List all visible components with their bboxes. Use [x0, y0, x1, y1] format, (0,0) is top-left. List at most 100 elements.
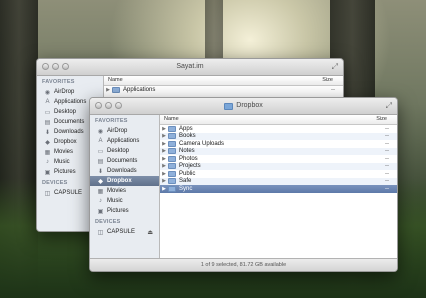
column-header: Name Size [160, 115, 397, 125]
window-titlebar[interactable]: Sayat.im ⤢ [37, 59, 343, 76]
item-size: -- [331, 86, 335, 93]
disclosure-triangle-icon[interactable]: ▶ [160, 178, 168, 184]
sidebar-item-label: Documents [107, 158, 138, 164]
item-name: Safe [179, 178, 192, 185]
list-item-selected[interactable]: ▶ Sync -- [160, 185, 397, 193]
column-size[interactable]: Size [322, 76, 333, 85]
column-name[interactable]: Name [164, 115, 179, 124]
disclosure-triangle-icon[interactable]: ▶ [160, 171, 168, 177]
list-item[interactable]: ▶ Applications -- [104, 86, 343, 94]
sidebar-item-label: AirDrop [107, 128, 128, 134]
sidebar-item-label: Pictures [54, 169, 76, 175]
folder-icon [168, 140, 176, 147]
sidebar-item-downloads[interactable]: ⬇ Downloads [90, 166, 159, 176]
disclosure-triangle-icon[interactable]: ▶ [160, 133, 168, 139]
music-icon: ♪ [46, 159, 49, 165]
music-icon: ♪ [99, 198, 102, 204]
item-size: -- [385, 178, 389, 185]
sidebar-item-capsule[interactable]: ◫ CAPSULE ⏏ [90, 227, 159, 237]
sidebar-item-label: CAPSULE [107, 229, 136, 235]
sidebar-item-label: Pictures [107, 208, 129, 214]
window-titlebar[interactable]: Dropbox ⤢ [90, 98, 397, 115]
folder-icon [168, 155, 176, 162]
airdrop-icon: ◉ [44, 89, 51, 96]
sidebar-item-label: Movies [107, 188, 127, 194]
folder-icon [168, 170, 176, 177]
minimize-button[interactable] [105, 102, 112, 109]
disclosure-triangle-icon[interactable]: ▶ [160, 141, 168, 147]
fullscreen-icon[interactable]: ⤢ [386, 98, 392, 114]
sidebar-item-applications[interactable]: A Applications [90, 136, 159, 146]
column-name[interactable]: Name [108, 76, 123, 85]
item-size: -- [385, 140, 389, 147]
sidebar-item-label: Applications [54, 99, 87, 105]
movies-icon: ▦ [97, 188, 104, 195]
sidebar-item-airdrop[interactable]: ◉ AirDrop [90, 126, 159, 136]
fullscreen-icon[interactable]: ⤢ [332, 59, 338, 75]
sidebar-item-movies[interactable]: ▦ Movies [90, 186, 159, 196]
item-name: Projects [179, 163, 201, 170]
list-item[interactable]: ▶ Books -- [160, 132, 397, 140]
sidebar-item-dropbox[interactable]: ◆ Dropbox [90, 176, 159, 186]
disclosure-triangle-icon[interactable]: ▶ [160, 148, 168, 154]
folder-icon [112, 86, 120, 93]
item-size: -- [385, 163, 389, 170]
sidebar-item-documents[interactable]: ▤ Documents [90, 156, 159, 166]
pictures-icon: ▣ [44, 169, 51, 176]
sidebar-item-label: Downloads [107, 168, 137, 174]
list-item[interactable]: ▶ Camera Uploads -- [160, 140, 397, 148]
item-name: Notes [179, 148, 195, 155]
item-name: Applications [123, 86, 156, 93]
disclosure-triangle-icon[interactable]: ▶ [160, 163, 168, 169]
item-name: Photos [179, 155, 198, 162]
applications-icon: A [98, 138, 103, 144]
sidebar: FAVORITES ◉ AirDrop A Applications ▭ Deskto… [90, 115, 160, 271]
disclosure-triangle-icon[interactable]: ▶ [160, 126, 168, 132]
disclosure-triangle-icon[interactable]: ▶ [104, 87, 112, 93]
item-name: Public [179, 170, 196, 177]
disclosure-triangle-icon[interactable]: ▶ [160, 156, 168, 162]
sidebar-item-label: Documents [54, 119, 85, 125]
list-item[interactable]: ▶ Apps -- [160, 125, 397, 133]
list-item[interactable]: ▶ Notes -- [160, 147, 397, 155]
item-name: Sync [179, 185, 193, 192]
item-size: -- [385, 185, 389, 192]
folder-icon [168, 148, 176, 155]
sidebar-item-label: Music [107, 198, 123, 204]
folder-icon [168, 133, 176, 140]
item-size: -- [385, 170, 389, 177]
file-rows: ▶ Apps -- ▶ Books -- ▶ Camera Uploads -- ▶ Note… [160, 125, 397, 193]
sidebar-item-pictures[interactable]: ▣ Pictures [90, 206, 159, 216]
window-controls [95, 102, 122, 109]
sidebar-item-airdrop[interactable]: ◉ AirDrop [37, 87, 103, 97]
sidebar-item-label: Desktop [107, 148, 130, 154]
finder-window-front[interactable]: Dropbox ⤢ FAVORITES ◉ AirDrop A Applicatio… [89, 97, 398, 272]
sidebar-section-favorites: FAVORITES [42, 79, 75, 85]
zoom-button[interactable] [62, 63, 69, 70]
window-title: Dropbox [236, 102, 263, 109]
column-size[interactable]: Size [376, 115, 387, 124]
downloads-icon: ⬇ [44, 129, 51, 136]
sidebar-item-label: Dropbox [107, 178, 132, 184]
sidebar-section-favorites: FAVORITES [95, 118, 128, 124]
downloads-icon: ⬇ [97, 168, 104, 175]
file-list: Name Size ▶ Apps -- ▶ Books -- ▶ Camera Uploa… [160, 115, 397, 271]
disclosure-triangle-icon[interactable]: ▶ [160, 186, 168, 192]
folder-icon [224, 102, 234, 110]
folder-icon [168, 185, 176, 192]
pictures-icon: ▣ [97, 208, 104, 215]
airdrop-icon: ◉ [97, 128, 104, 135]
minimize-button[interactable] [52, 63, 59, 70]
sidebar-item-desktop[interactable]: ▭ Desktop [90, 146, 159, 156]
list-item[interactable]: ▶ Public -- [160, 170, 397, 178]
list-item[interactable]: ▶ Safe -- [160, 177, 397, 185]
zoom-button[interactable] [115, 102, 122, 109]
list-item[interactable]: ▶ Photos -- [160, 155, 397, 163]
sidebar-item-label: CAPSULE [54, 190, 83, 196]
sidebar-item-music[interactable]: ♪ Music [90, 196, 159, 206]
list-item[interactable]: ▶ Projects -- [160, 162, 397, 170]
close-button[interactable] [95, 102, 102, 109]
documents-icon: ▤ [44, 119, 51, 126]
eject-icon[interactable]: ⏏ [147, 229, 153, 236]
close-button[interactable] [42, 63, 49, 70]
